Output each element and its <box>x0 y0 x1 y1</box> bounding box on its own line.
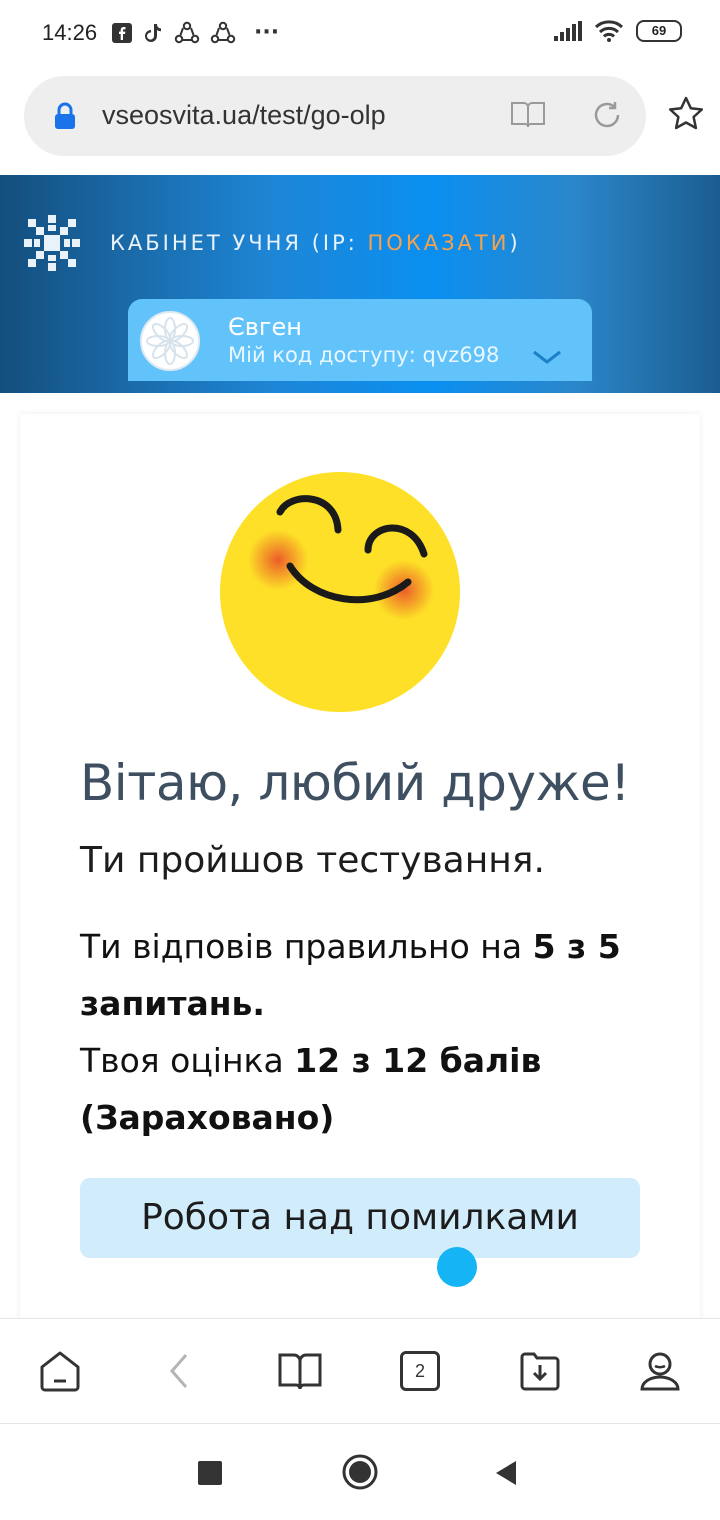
system-icons: 69 <box>554 20 682 42</box>
notification-icons: ··· <box>112 20 279 45</box>
user-card[interactable]: Євген Мій код доступу: qvz698 <box>128 299 592 381</box>
back-icon[interactable] <box>164 1349 194 1393</box>
avatar <box>140 311 200 371</box>
address-bar[interactable]: vseosvita.ua/test/go-olp <box>24 76 646 156</box>
bookmarks-icon[interactable] <box>278 1349 322 1393</box>
cabinet-label: КАБІНЕТ УЧНЯ (IP: <box>110 231 368 255</box>
answered-text: Ти відповів правильно на <box>80 927 533 966</box>
site-header: КАБІНЕТ УЧНЯ (IP: ПОКАЗАТИ) Євген Мій ко… <box>0 175 720 393</box>
status-time: 14:26 <box>42 20 98 45</box>
url-text[interactable]: vseosvita.ua/test/go-olp <box>102 100 386 131</box>
back-triangle-icon[interactable] <box>494 1459 518 1487</box>
home-circle-icon[interactable] <box>341 1453 379 1491</box>
signal-icon <box>554 21 582 41</box>
bookmark-star-icon[interactable] <box>668 96 704 130</box>
access-code: Мій код доступу: qvz698 <box>228 343 500 367</box>
grade-text: Твоя оцінка <box>80 1041 295 1080</box>
browser-toolbar: 2 <box>0 1318 720 1424</box>
work-on-mistakes-button[interactable]: Робота над помилками <box>80 1178 640 1258</box>
snowflake-logo-icon <box>24 215 80 271</box>
cabinet-close: ) <box>509 231 521 255</box>
show-ip-link[interactable]: ПОКАЗАТИ <box>368 231 510 255</box>
more-notifications: ··· <box>254 20 280 45</box>
passed-text: Ти пройшов тестування. <box>80 840 545 881</box>
lock-icon <box>55 102 75 129</box>
score-summary: Ти відповів правильно на 5 з 5 запитань.… <box>80 918 650 1146</box>
touch-indicator <box>437 1247 477 1287</box>
battery-indicator: 69 <box>636 20 682 42</box>
status-bar: 14:26 ··· 69 <box>0 0 720 70</box>
tabs-button[interactable]: 2 <box>400 1351 440 1391</box>
home-icon[interactable] <box>38 1349 82 1393</box>
chevron-down-icon[interactable] <box>532 349 562 365</box>
sync-icon-2 <box>210 21 236 43</box>
smiling-face-icon <box>220 472 460 712</box>
page: 14:26 ··· 69 vseosvita.ua/test/go-olp КА… <box>0 0 720 1520</box>
system-navigation <box>0 1425 720 1520</box>
wifi-icon <box>594 20 624 42</box>
facebook-icon <box>112 22 132 43</box>
downloads-icon[interactable] <box>518 1349 562 1393</box>
reload-icon[interactable] <box>592 100 622 130</box>
recents-icon[interactable] <box>198 1461 222 1485</box>
user-name: Євген <box>228 313 302 341</box>
result-card: Вітаю, любий друже! Ти пройшов тестуванн… <box>20 414 700 1334</box>
sync-icon <box>174 21 200 43</box>
cabinet-title: КАБІНЕТ УЧНЯ (IP: ПОКАЗАТИ) <box>110 231 521 255</box>
flower-avatar-icon <box>146 317 194 365</box>
greeting-title: Вітаю, любий друже! <box>80 754 630 812</box>
reader-mode-icon[interactable] <box>510 100 546 130</box>
tiktok-icon <box>145 23 161 42</box>
profile-icon[interactable] <box>638 1349 682 1393</box>
